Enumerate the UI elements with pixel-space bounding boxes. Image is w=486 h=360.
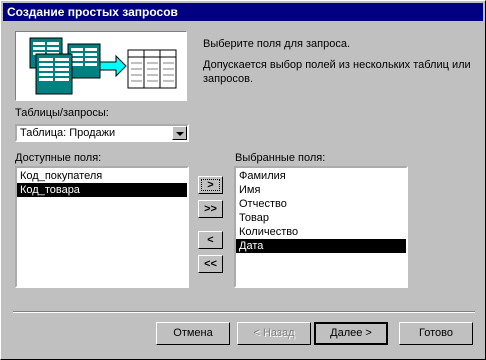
add-all-fields-button[interactable]: >> — [198, 200, 223, 218]
tables-combobox[interactable]: Таблица: Продажи — [15, 124, 189, 142]
next-button[interactable]: Далее > — [314, 322, 388, 345]
wizard-illustration — [15, 31, 187, 101]
chevron-down-icon[interactable] — [172, 126, 187, 140]
list-item-selected[interactable]: Код_товара — [17, 183, 187, 197]
wizard-window: Создание простых запросов Выберите поля … — [0, 0, 486, 360]
add-field-button[interactable]: > — [198, 176, 223, 194]
selected-fields-label: Выбранные поля: — [235, 152, 326, 164]
available-fields-list[interactable]: Код_покупателя Код_товара — [15, 166, 189, 288]
selected-fields-list[interactable]: Фамилия Имя Отчество Товар Количество Да… — [234, 166, 408, 288]
finish-button[interactable]: Готово — [399, 322, 473, 345]
list-item-selected[interactable]: Дата — [236, 239, 406, 253]
tables-label: Таблицы/запросы: — [15, 107, 109, 119]
separator — [13, 311, 475, 313]
back-button[interactable]: < Назад — [237, 322, 311, 345]
cancel-button[interactable]: Отмена — [156, 322, 230, 345]
list-item[interactable]: Имя — [236, 183, 406, 197]
list-item[interactable]: Фамилия — [236, 169, 406, 183]
list-item[interactable]: Товар — [236, 211, 406, 225]
list-item[interactable]: Количество — [236, 225, 406, 239]
description-line-2: Допускается выбор полей из нескольких та… — [203, 59, 471, 85]
list-item[interactable]: Отчество — [236, 197, 406, 211]
tables-combobox-value: Таблица: Продажи — [20, 127, 116, 139]
remove-field-button[interactable]: < — [198, 231, 223, 249]
remove-all-fields-button[interactable]: << — [198, 255, 223, 273]
description-line-1: Выберите поля для запроса. — [203, 38, 351, 50]
available-fields-label: Доступные поля: — [15, 152, 102, 164]
list-item[interactable]: Код_покупателя — [17, 169, 187, 183]
title-bar: Создание простых запросов — [3, 3, 483, 21]
